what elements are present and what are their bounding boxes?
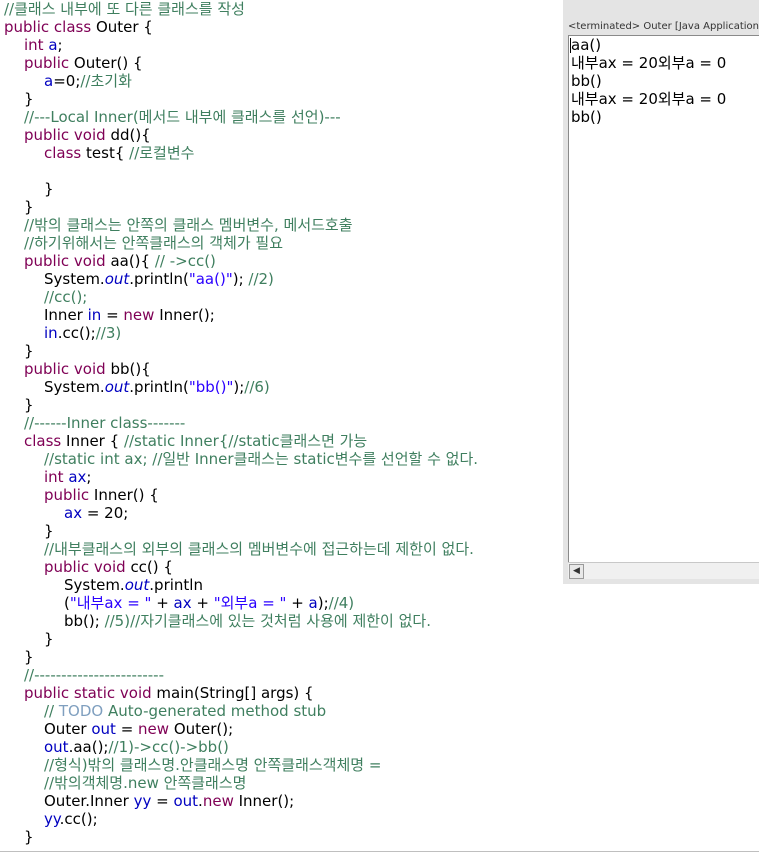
code-line: //---Local Inner(메서드 내부에 클래스를 선언)--- [24,108,341,126]
console-view: <terminated> Outer [Java Application] aa… [563,0,759,584]
code-line: a=0;//초기화 [44,72,132,90]
console-line: 내부ax = 20외부a = 0 [571,90,727,108]
code-line: int ax; [44,468,92,486]
console-line: bb() [571,108,602,126]
console-status-label: <terminated> Outer [Java Application] [568,18,759,35]
code-line: } [24,90,34,108]
code-line: class test{ //로컬변수 [44,144,195,162]
code-line: System.out.println [64,576,203,594]
code-line: //static int ax; //일반 Inner클래스는 static변수… [44,450,479,468]
scroll-left-arrow-icon[interactable]: ◀ [569,564,584,579]
code-line: class Inner { //static Inner{//static클래스… [24,432,368,450]
code-line: //밖의객체명.new 안쪽클래스명 [44,774,247,792]
code-line: public Inner() { [44,486,159,504]
code-line: public Outer() { [24,54,143,72]
code-line: yy.cc(); [44,810,98,828]
code-line: Outer out = new Outer(); [44,720,234,738]
code-line: //내부클래스의 외부의 클래스의 멤버변수에 접근하는데 제한이 없다. [44,540,474,558]
code-line: // TODO Auto-generated method stub [44,702,327,720]
code-line: //클래스 내부에 또 다른 클래스를 작성 [4,0,245,18]
code-line: } [24,198,34,216]
code-line: ("내부ax = " + ax + "외부a = " + a);//4) [64,594,355,612]
console-line: bb() [571,72,602,90]
code-line: int a; [24,36,63,54]
code-line: } [24,396,34,414]
code-line: in.cc();//3) [44,324,122,342]
code-line: public void dd(){ [24,126,151,144]
code-line: } [44,630,54,648]
code-line: Outer.Inner yy = out.new Inner(); [44,792,295,810]
console-horizontal-scrollbar[interactable]: ◀ [568,562,759,579]
code-line: //하기위해서는 안쪽클래스의 객체가 필요 [24,234,284,252]
console-output[interactable]: aa() 내부ax = 20외부a = 0 bb() 내부ax = 20외부a … [568,35,759,562]
code-line: //------------------------ [24,666,165,684]
code-line: //형식)밖의 클래스명.안클래스명 안쪽클래스객체명 = [44,756,382,774]
code-line: ax = 20; [64,504,129,522]
code-line: System.out.println("bb()");//6) [44,378,270,396]
code-line: //cc(); [44,288,88,306]
code-line: } [44,522,54,540]
code-line: out.aa();//1)->cc()->bb() [44,738,229,756]
code-line: } [24,828,34,846]
code-line: Inner in = new Inner(); [44,306,215,324]
code-line: public void cc() { [44,558,173,576]
editor-bottom-border [0,851,759,852]
console-line: aa() [571,36,602,54]
code-line: } [24,648,34,666]
code-line: public static void main(String[] args) { [24,684,314,702]
code-line: } [24,342,34,360]
code-line: bb(); //5)//자기클래스에 있는 것처럼 사용에 제한이 없다. [64,612,431,630]
code-line: public void aa(){ // ->cc() [24,252,216,270]
code-line: //------Inner class------- [24,414,186,432]
code-line: public void bb(){ [24,360,151,378]
code-line: } [44,180,54,198]
console-line: 내부ax = 20외부a = 0 [571,54,727,72]
code-line: System.out.println("aa()"); //2) [44,270,274,288]
code-line: //밖의 클래스는 안쪽의 클래스 멤버변수, 메서드호출 [24,216,353,234]
code-line: public class Outer { [4,18,153,36]
